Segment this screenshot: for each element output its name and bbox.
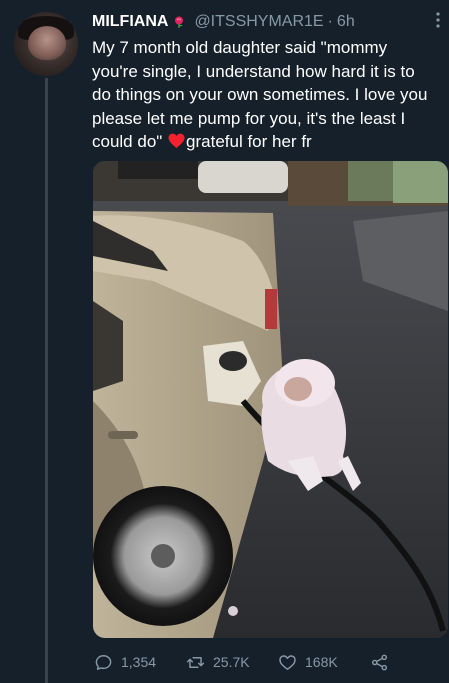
heart-outline-icon bbox=[278, 653, 297, 672]
avatar[interactable] bbox=[14, 12, 78, 76]
reply-count: 1,354 bbox=[121, 654, 157, 670]
thread-connector-line bbox=[45, 78, 48, 683]
retweet-button[interactable]: 25.7K bbox=[186, 653, 250, 672]
like-count: 168K bbox=[305, 654, 338, 670]
retweet-icon bbox=[186, 653, 205, 672]
separator-dot: · bbox=[327, 13, 333, 30]
reply-button[interactable]: 1,354 bbox=[94, 653, 156, 672]
tweet-photo[interactable] bbox=[93, 161, 448, 638]
tweet-text: My 7 month old daughter said "mommy you'… bbox=[92, 36, 434, 154]
tweet-header: MILFIANA @ITSSHYMAR1E · 6h bbox=[92, 11, 432, 33]
rose-badge-icon bbox=[172, 15, 186, 29]
gas-station-photo bbox=[93, 161, 448, 638]
retweet-count: 25.7K bbox=[213, 654, 250, 670]
reply-icon bbox=[94, 653, 113, 672]
tweet-timestamp[interactable]: 6h bbox=[337, 13, 355, 31]
avatar-face bbox=[28, 26, 66, 60]
red-heart-icon bbox=[168, 132, 185, 149]
user-handle[interactable]: @ITSSHYMAR1E bbox=[194, 13, 323, 31]
display-name[interactable]: MILFIANA bbox=[92, 13, 168, 31]
tweet-text-tail: grateful for her fr bbox=[186, 132, 312, 152]
share-icon bbox=[370, 653, 389, 672]
share-button[interactable] bbox=[370, 653, 389, 672]
like-button[interactable]: 168K bbox=[278, 653, 338, 672]
more-vertical-icon[interactable] bbox=[432, 10, 444, 30]
tweet-actions: 1,354 25.7K 168K bbox=[92, 650, 432, 674]
